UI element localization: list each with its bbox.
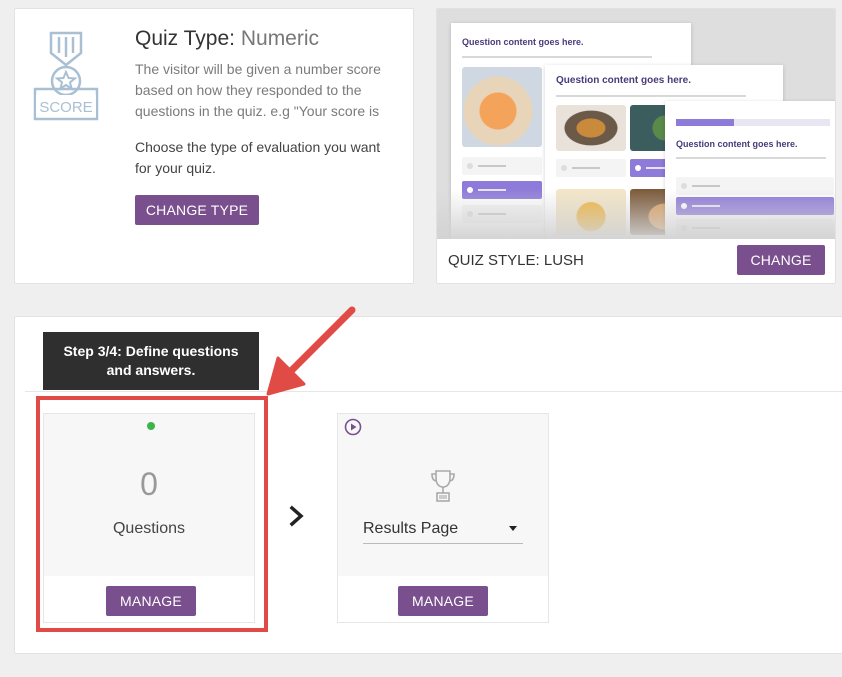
score-medal-icon: SCORE (33, 31, 99, 121)
results-select-value: Results Page (363, 520, 459, 537)
manage-results-button[interactable]: MANAGE (398, 586, 488, 616)
preview-food-image (556, 105, 626, 151)
trophy-icon (431, 470, 455, 502)
preview-question-title: Question content goes here. (556, 75, 692, 86)
change-style-button[interactable]: CHANGE (737, 245, 825, 275)
change-type-button[interactable]: CHANGE TYPE (135, 195, 259, 225)
results-page-select[interactable]: Results Page (363, 518, 523, 544)
annotation-highlight-box (36, 396, 268, 632)
quiz-style-label: QUIZ STYLE: LUSH (448, 252, 584, 269)
preview-progress-bar (676, 119, 734, 126)
results-step-card[interactable]: Results Page MANAGE (337, 413, 549, 623)
preview-answer (462, 157, 542, 175)
preview-question-title: Question content goes here. (462, 37, 584, 47)
preview-answer (556, 159, 626, 177)
preview-progress-track (734, 119, 830, 126)
score-icon-text: SCORE (39, 99, 92, 116)
chevron-down-icon (509, 526, 517, 531)
annotation-arrow (266, 306, 356, 396)
step-tooltip-line1: Step 3/4: Define questions (63, 343, 239, 359)
quiz-type-card: SCORE Quiz Type: Numeric The visitor wil… (14, 8, 414, 284)
quiz-style-preview[interactable]: Question content goes here. Question con… (437, 9, 835, 239)
preview-food-image (462, 67, 542, 147)
step-tooltip: Step 3/4: Define questions and answers. (43, 332, 259, 390)
quiz-type-title: Quiz Type: Numeric (135, 27, 319, 51)
preview-fade (437, 189, 835, 239)
divider (25, 391, 842, 392)
quiz-type-instruction: Choose the type of evaluation you want f… (135, 139, 381, 176)
quiz-type-description: The visitor will be given a number score… (135, 61, 381, 119)
quiz-type-title-prefix: Quiz Type: (135, 27, 235, 50)
preview-question-title: Question content goes here. (676, 139, 798, 149)
quiz-style-card: Question content goes here. Question con… (436, 8, 836, 284)
play-circle-icon[interactable] (344, 418, 362, 436)
step-tooltip-line2: and answers. (106, 362, 196, 378)
chevron-right-icon (289, 505, 304, 527)
quiz-type-value: Numeric (240, 27, 320, 50)
